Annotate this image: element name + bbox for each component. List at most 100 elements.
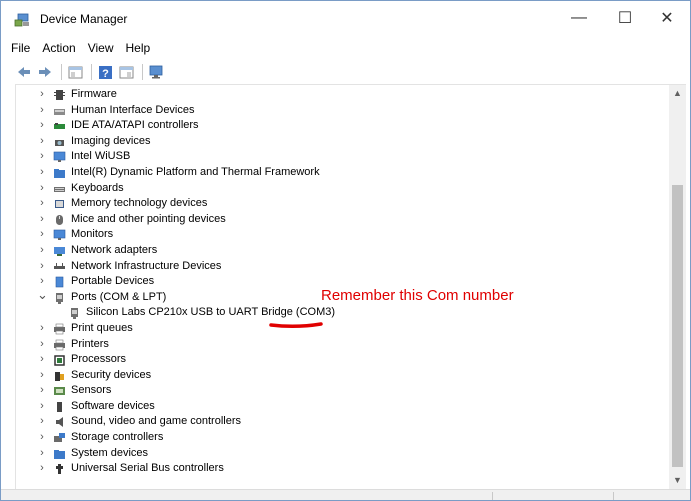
menu-view[interactable]: View <box>82 41 120 55</box>
tree-item-label: Ports (COM & LPT) <box>71 290 167 303</box>
tree-category-row[interactable]: › Universal Serial Bus controllers <box>16 461 668 477</box>
tree-category-row[interactable]: › System devices <box>16 446 668 462</box>
tree-category-row[interactable]: › Storage controllers <box>16 430 668 446</box>
chevron-right-icon[interactable]: › <box>37 383 47 399</box>
tree-category-row[interactable]: › Processors <box>16 352 668 368</box>
vertical-scrollbar[interactable]: ▲ ▼ <box>669 85 686 489</box>
title-bar: Device Manager — ☐ ✕ <box>1 1 690 35</box>
tree-item-label: Portable Devices <box>71 275 155 288</box>
chevron-right-icon[interactable]: › <box>37 243 47 259</box>
chevron-right-icon[interactable]: › <box>37 368 47 384</box>
firmware-icon <box>53 89 66 101</box>
toolbar-separator <box>61 64 62 80</box>
tree-category-row[interactable]: › Mice and other pointing devices <box>16 212 668 228</box>
keyboard-icon <box>53 183 66 195</box>
chevron-right-icon[interactable]: › <box>37 399 47 415</box>
hid-icon <box>53 105 66 117</box>
chevron-right-icon[interactable]: › <box>37 337 47 353</box>
annotation-text: Remember this Com number <box>321 287 514 304</box>
chevron-right-icon[interactable]: › <box>37 134 47 150</box>
minimize-button[interactable]: — <box>556 1 602 35</box>
tree-category-row[interactable]: › Network Infrastructure Devices <box>16 259 668 275</box>
monitor-icon <box>53 229 66 241</box>
chevron-right-icon[interactable]: › <box>37 352 47 368</box>
maximize-button[interactable]: ☐ <box>602 1 648 35</box>
properties-icon[interactable] <box>117 63 135 81</box>
printer-icon <box>53 339 66 351</box>
tree-category-row[interactable]: › Human Interface Devices <box>16 103 668 119</box>
toolbar-separator <box>142 64 143 80</box>
close-button[interactable]: ✕ <box>644 1 690 35</box>
tree-item-label: Intel(R) Dynamic Platform and Thermal Fr… <box>71 165 320 178</box>
show-hide-console-tree-icon[interactable] <box>66 63 84 81</box>
chevron-right-icon[interactable]: › <box>37 118 47 134</box>
tree-item-label: Sensors <box>71 384 112 397</box>
chevron-right-icon[interactable]: › <box>37 321 47 337</box>
tree-child-row[interactable]: Silicon Labs CP210x USB to UART Bridge (… <box>16 305 668 321</box>
tree-item-label: System devices <box>71 446 149 459</box>
tree-category-row[interactable]: › IDE ATA/ATAPI controllers <box>16 118 668 134</box>
tree-category-row[interactable]: › Imaging devices <box>16 134 668 150</box>
menu-file[interactable]: File <box>5 41 36 55</box>
scan-hardware-icon[interactable] <box>147 63 165 81</box>
forward-arrow-icon[interactable] <box>36 63 54 81</box>
tree-category-row[interactable]: › Intel WiUSB <box>16 149 668 165</box>
tree-category-row[interactable]: › Memory technology devices <box>16 196 668 212</box>
scroll-up-icon[interactable]: ▲ <box>669 85 686 102</box>
tree-category-row[interactable]: › Network adapters <box>16 243 668 259</box>
chevron-right-icon[interactable]: › <box>37 227 47 243</box>
chevron-right-icon[interactable]: › <box>37 103 47 119</box>
chevron-right-icon[interactable]: › <box>37 165 47 181</box>
chevron-down-icon[interactable]: ⌄ <box>37 288 48 301</box>
tree-category-row[interactable]: › Printers <box>16 337 668 353</box>
mouse-icon <box>53 214 66 226</box>
tree-item-label: IDE ATA/ATAPI controllers <box>71 119 199 132</box>
chevron-right-icon[interactable]: › <box>37 259 47 275</box>
tree-category-row[interactable]: › Firmware <box>16 87 668 103</box>
chevron-right-icon[interactable]: › <box>37 446 47 462</box>
tree-category-row[interactable]: › Keyboards <box>16 181 668 197</box>
chevron-right-icon[interactable]: › <box>37 181 47 197</box>
tree-item-label: Network Infrastructure Devices <box>71 259 222 272</box>
scroll-down-icon[interactable]: ▼ <box>669 472 686 489</box>
speaker-icon <box>53 416 66 428</box>
folder-icon <box>53 167 66 179</box>
camera-icon <box>53 136 66 148</box>
folder-icon <box>53 448 66 460</box>
chevron-right-icon[interactable]: › <box>37 461 47 477</box>
processor-icon <box>53 354 66 366</box>
chevron-right-icon[interactable]: › <box>37 87 47 103</box>
tree-item-label: Memory technology devices <box>71 197 208 210</box>
tree-category-row[interactable]: › Sensors <box>16 383 668 399</box>
tree-category-row[interactable]: › Software devices <box>16 399 668 415</box>
status-divider <box>492 492 493 500</box>
monitor-icon <box>53 151 66 163</box>
tree-category-row[interactable]: › Monitors <box>16 227 668 243</box>
tree-item-label: Security devices <box>71 368 152 381</box>
tree-item-label: Universal Serial Bus controllers <box>71 462 224 475</box>
menu-action[interactable]: Action <box>36 41 81 55</box>
scroll-thumb[interactable] <box>672 185 683 467</box>
chevron-right-icon[interactable]: › <box>37 430 47 446</box>
chevron-right-icon[interactable]: › <box>37 212 47 228</box>
ide-controller-icon <box>53 120 66 132</box>
status-divider <box>613 492 614 500</box>
tree-item-label: Printers <box>71 337 109 350</box>
tree-category-row[interactable]: › Intel(R) Dynamic Platform and Thermal F… <box>16 165 668 181</box>
software-device-icon <box>53 401 66 413</box>
tree-item-label: Sound, video and game controllers <box>71 415 241 428</box>
toolbar-separator <box>91 64 92 80</box>
tree-category-row[interactable]: › Security devices <box>16 368 668 384</box>
chevron-right-icon[interactable]: › <box>37 149 47 165</box>
portable-device-icon <box>53 276 66 288</box>
menu-help[interactable]: Help <box>120 41 157 55</box>
chevron-right-icon[interactable]: › <box>37 196 47 212</box>
storage-controller-icon <box>53 432 66 444</box>
tree-category-row[interactable]: › Sound, video and game controllers <box>16 414 668 430</box>
tree-category-row[interactable]: › Print queues <box>16 321 668 337</box>
help-icon[interactable]: ? <box>96 63 114 81</box>
chevron-right-icon[interactable]: › <box>37 414 47 430</box>
tree-item-label: Software devices <box>71 399 155 412</box>
back-arrow-icon[interactable] <box>15 63 33 81</box>
tree-item-label: Silicon Labs CP210x USB to UART Bridge (… <box>86 306 336 319</box>
